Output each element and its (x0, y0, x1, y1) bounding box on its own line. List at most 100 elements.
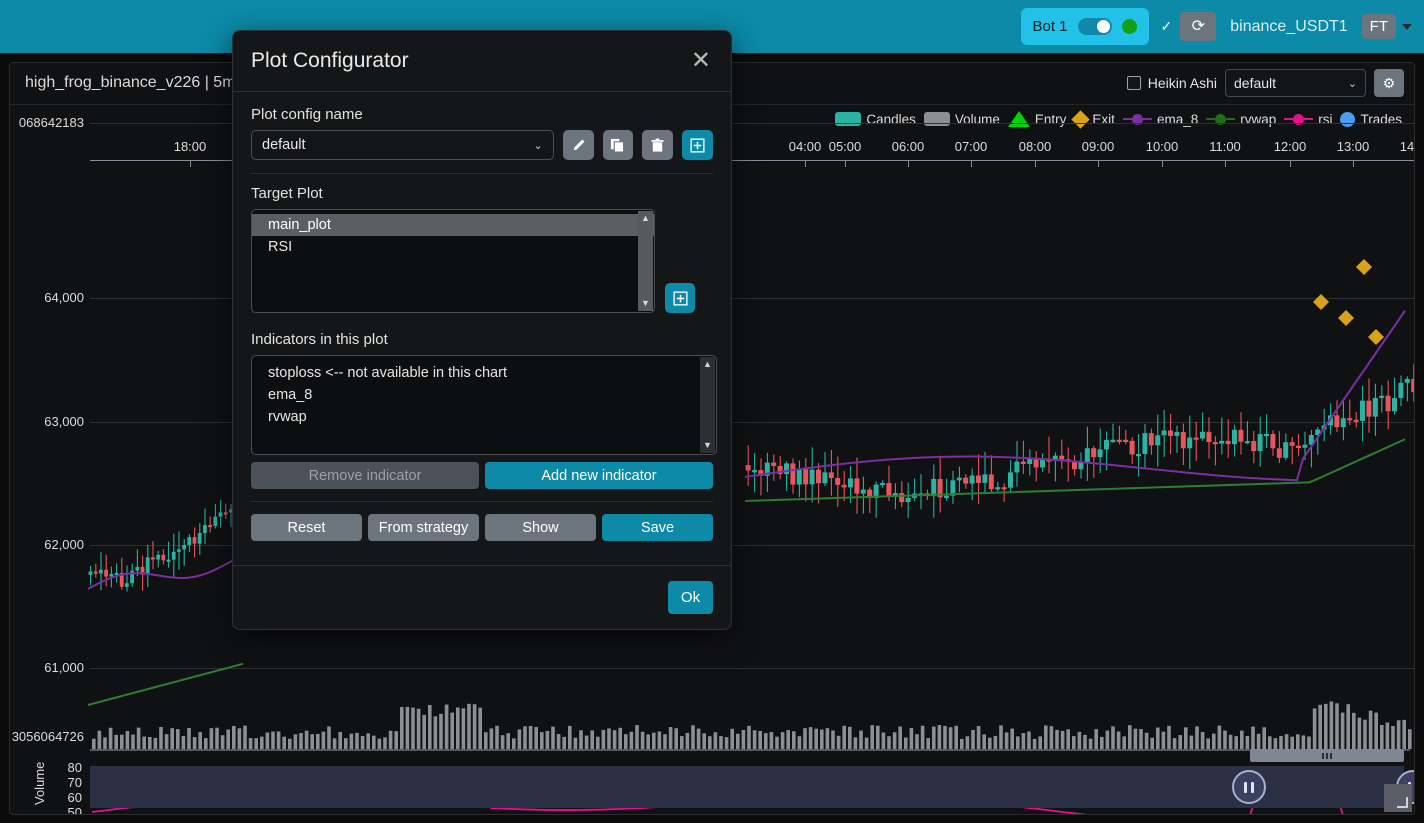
from-strategy-button[interactable]: From strategy (368, 514, 479, 541)
scroll-down-icon[interactable]: ▼ (641, 299, 650, 308)
resize-grip[interactable] (1384, 784, 1412, 812)
candle-body (1072, 462, 1077, 470)
save-button[interactable]: Save (602, 514, 713, 541)
bot-toggle[interactable] (1078, 18, 1112, 35)
candle-body (1302, 445, 1307, 448)
candle-body (1194, 438, 1199, 440)
indicator-option[interactable]: ema_8 (252, 384, 716, 406)
add-new-indicator-button[interactable]: Add new indicator (485, 462, 713, 489)
chevron-down-icon: ⌄ (533, 139, 542, 152)
volume-bar (781, 732, 785, 749)
trading-mode-badge[interactable]: FT (1362, 14, 1396, 39)
show-button[interactable]: Show (485, 514, 596, 541)
volume-bar (635, 725, 639, 749)
volume-bar (210, 728, 214, 749)
duplicate-config-button[interactable] (603, 130, 634, 160)
delete-config-button[interactable] (642, 130, 673, 160)
candle-body (1130, 441, 1135, 455)
target-plot-option[interactable]: main_plot (252, 214, 654, 236)
volume-bar (1330, 701, 1334, 749)
candle-body (976, 475, 981, 482)
candle-body (1245, 441, 1250, 443)
indicators-listbox[interactable]: stoploss <-- not available in this chart… (251, 355, 717, 455)
bot-selector-badge[interactable]: Bot 1 (1021, 8, 1149, 45)
volume-bar (439, 714, 443, 749)
candle-body (784, 463, 789, 474)
indicator-option[interactable]: stoploss <-- not available in this chart (252, 362, 716, 384)
plot-config-select[interactable]: default ⌄ (1225, 69, 1366, 97)
volume-bar (1145, 733, 1149, 749)
volume-bar (518, 729, 522, 749)
navigator-handle-left[interactable] (1232, 770, 1266, 804)
volume-bar (126, 731, 130, 749)
target-plot-scrollbar[interactable]: ▲ ▼ (638, 211, 653, 311)
scroll-down-icon[interactable]: ▼ (703, 441, 712, 450)
exit-marker[interactable] (1313, 294, 1329, 310)
target-plot-listbox[interactable]: main_plotRSI ▲ ▼ (251, 209, 655, 313)
volume-axis-label: Volume (32, 762, 47, 805)
add-target-plot-button[interactable] (665, 283, 695, 313)
volume-bar (1016, 736, 1020, 749)
navigator-scrollbar[interactable] (1250, 749, 1404, 762)
scroll-up-icon[interactable]: ▲ (703, 360, 712, 369)
indicator-option[interactable]: rvwap (252, 406, 716, 428)
volume-bar (719, 736, 723, 749)
plot-config-name-label: Plot config name (251, 106, 713, 123)
gear-icon[interactable]: ⚙ (1374, 69, 1404, 97)
refresh-button[interactable]: ⟳ (1180, 12, 1216, 41)
remove-indicator-button[interactable]: Remove indicator (251, 462, 479, 489)
edit-config-button[interactable] (563, 130, 594, 160)
candle-body (151, 557, 155, 559)
candle-body (906, 498, 911, 502)
volume-bar (1100, 737, 1104, 749)
heikin-ashi-toggle[interactable]: Heikin Ashi (1127, 75, 1217, 91)
volume-bar (316, 734, 320, 749)
volume-bar (1391, 726, 1395, 749)
volume-bar (736, 734, 740, 749)
volume-bar (663, 734, 667, 749)
volume-bar (971, 730, 975, 749)
scroll-up-icon[interactable]: ▲ (641, 214, 650, 223)
candle-body (1168, 431, 1173, 436)
volume-bar (982, 734, 986, 749)
volume-bar (114, 735, 118, 749)
volume-bar (680, 736, 684, 749)
volume-bar (165, 734, 169, 749)
volume-bar (1251, 727, 1255, 749)
volume-bar (714, 732, 718, 749)
navigator-strip[interactable] (90, 766, 1404, 808)
volume-bar (1117, 731, 1121, 749)
volume-bar (831, 731, 835, 749)
close-icon[interactable]: ✕ (689, 49, 713, 73)
chevron-down-icon[interactable] (1402, 24, 1412, 30)
volume-bar (288, 739, 292, 749)
volume-bar (882, 733, 886, 749)
candle-body (1136, 454, 1141, 456)
ok-button[interactable]: Ok (668, 581, 713, 614)
volume-bar (1134, 729, 1138, 749)
candle-body (746, 465, 751, 471)
volume-bar (669, 727, 673, 749)
volume-bar (271, 732, 275, 749)
volume-bar (842, 726, 846, 749)
indicators-scrollbar[interactable]: ▲ ▼ (700, 357, 715, 453)
rvwap-line (88, 664, 243, 705)
exchange-name: binance_USDT1 (1230, 18, 1347, 36)
candle-body (771, 463, 776, 466)
volume-bar (394, 731, 398, 749)
exit-marker[interactable] (1338, 310, 1354, 326)
heikin-ashi-checkbox[interactable] (1127, 76, 1141, 90)
candle-body (1354, 420, 1359, 422)
volume-bar (243, 726, 247, 749)
volume-bar (484, 732, 488, 749)
candle-body (1264, 434, 1269, 436)
candle-body (1014, 462, 1019, 473)
target-plot-option[interactable]: RSI (252, 236, 654, 258)
exit-marker[interactable] (1356, 259, 1372, 275)
volume-bar (92, 739, 96, 749)
exit-marker[interactable] (1368, 329, 1384, 345)
plot-config-name-select[interactable]: default ⌄ (251, 130, 554, 160)
volume-bar (98, 731, 102, 749)
reset-button[interactable]: Reset (251, 514, 362, 541)
add-config-button[interactable] (682, 130, 713, 160)
